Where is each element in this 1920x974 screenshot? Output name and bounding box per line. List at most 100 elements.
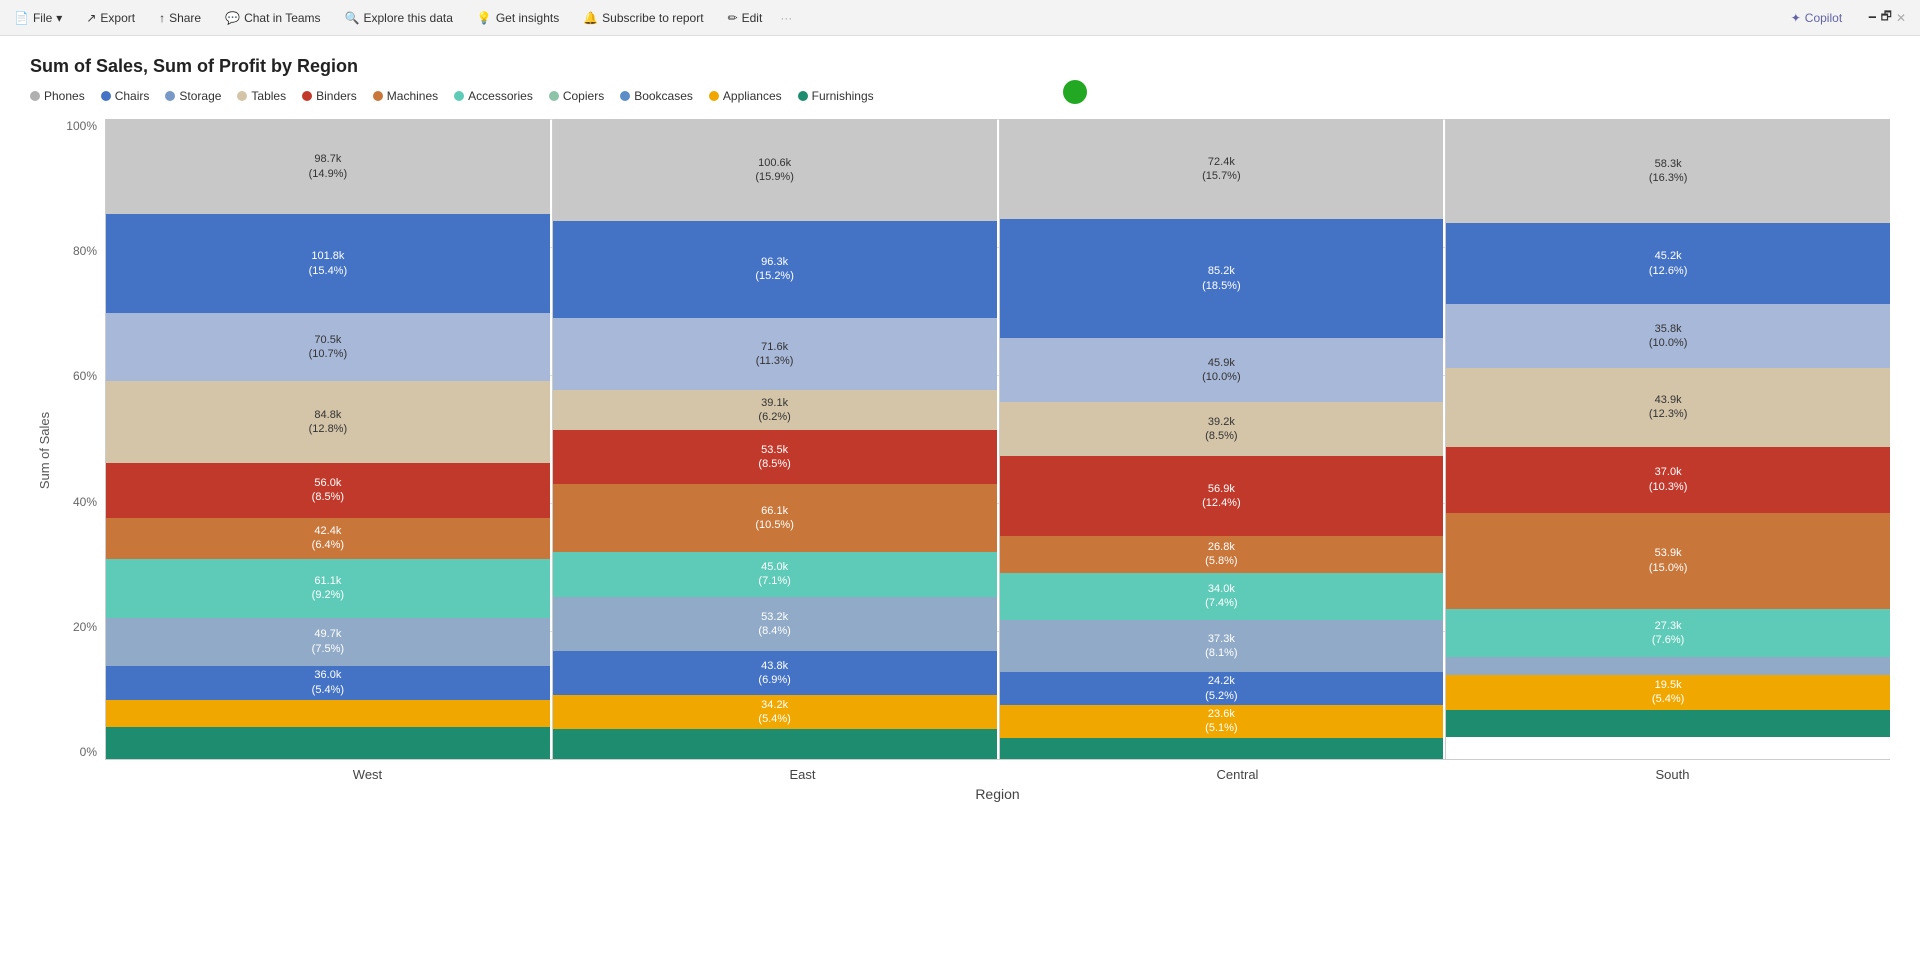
- legend-label: Storage: [179, 89, 221, 103]
- legend-item-tables[interactable]: Tables: [237, 89, 286, 103]
- bar-segment-label: 49.7k (7.5%): [312, 627, 344, 656]
- export-icon: ↗: [86, 11, 96, 25]
- minimize-icon: 🗕: [1868, 7, 1877, 28]
- bar-segment: 34.0k (7.4%): [1000, 573, 1444, 620]
- bar-group-central[interactable]: 72.4k (15.7%)85.2k (18.5%)45.9k (10.0%)3…: [999, 119, 1444, 759]
- bar-segment-label: 23.6k (5.1%): [1205, 707, 1237, 736]
- legend-item-storage[interactable]: Storage: [165, 89, 221, 103]
- insights-button[interactable]: 💡 Get insights: [471, 9, 565, 27]
- copilot-button[interactable]: ✦ Copilot: [1791, 11, 1842, 25]
- bar-segment-label: 42.4k (6.4%): [312, 524, 344, 553]
- bar-segment-label: 98.7k (14.9%): [309, 152, 348, 181]
- bar-segment: 53.2k (8.4%): [553, 597, 997, 651]
- legend-item-copiers[interactable]: Copiers: [549, 89, 604, 103]
- export-button[interactable]: ↗ Export: [80, 9, 141, 27]
- bar-segment: 71.6k (11.3%): [553, 318, 997, 390]
- legend-item-accessories[interactable]: Accessories: [454, 89, 533, 103]
- file-menu[interactable]: 📄 File ▾: [8, 9, 68, 27]
- legend-label: Phones: [44, 89, 85, 103]
- bar-segment-label: 43.8k (6.9%): [758, 659, 790, 688]
- bar-group-south[interactable]: 58.3k (16.3%)45.2k (12.6%)35.8k (10.0%)4…: [1445, 119, 1890, 759]
- bar-segment-label: 45.9k (10.0%): [1202, 356, 1241, 385]
- bar-segment: 53.5k (8.5%): [553, 430, 997, 484]
- share-button[interactable]: ↑ Share: [153, 9, 207, 27]
- bar-segment: 19.5k (5.4%): [1446, 675, 1890, 710]
- legend-color: [30, 91, 40, 101]
- bar-segment: 61.1k (9.2%): [106, 559, 550, 618]
- legend-item-chairs[interactable]: Chairs: [101, 89, 150, 103]
- window-controls[interactable]: 🗕 🗗 ✕: [1862, 5, 1912, 30]
- bar-segment: 56.9k (12.4%): [1000, 456, 1444, 535]
- bar-segment: 49.7k (7.5%): [106, 618, 550, 666]
- y-axis-label: 20%: [73, 620, 97, 634]
- bar-segment: 96.3k (15.2%): [553, 221, 997, 318]
- y-axis-label: 40%: [73, 495, 97, 509]
- bar-segment: 39.1k (6.2%): [553, 390, 997, 430]
- edit-button[interactable]: ✏ Edit: [722, 9, 769, 27]
- chevron-icon: ▾: [56, 11, 62, 25]
- legend-color: [549, 91, 559, 101]
- bar-segment: [106, 727, 550, 759]
- legend-item-furnishings[interactable]: Furnishings: [798, 89, 874, 103]
- chat-icon: 💬: [225, 11, 240, 25]
- legend-item-phones[interactable]: Phones: [30, 89, 85, 103]
- legend-label: Copiers: [563, 89, 604, 103]
- bar-segment-label: 96.3k (15.2%): [755, 255, 794, 284]
- legend-color: [165, 91, 175, 101]
- y-axis-label: 100%: [66, 119, 97, 133]
- legend-item-appliances[interactable]: Appliances: [709, 89, 782, 103]
- bars-container: 98.7k (14.9%) 101.8k (15.4%) 70.5k (10.7%)…: [105, 119, 1890, 759]
- legend-item-bookcases[interactable]: Bookcases: [620, 89, 693, 103]
- bar-segment-label: 70.5k (10.7%): [309, 333, 348, 362]
- bar-segment: 45.2k (12.6%): [1446, 223, 1890, 304]
- bar-segment-label: 72.4k (15.7%): [1202, 155, 1241, 184]
- bar-segment: 101.8k (15.4%): [106, 214, 550, 313]
- bar-segment: 23.6k (5.1%): [1000, 705, 1444, 738]
- y-axis: 100%80%60%40%20%0%: [60, 119, 105, 759]
- legend-color: [620, 91, 630, 101]
- file-icon: 📄: [14, 11, 29, 25]
- legend-item-machines[interactable]: Machines: [373, 89, 438, 103]
- legend-label: Machines: [387, 89, 438, 103]
- chat-button[interactable]: 💬 Chat in Teams: [219, 9, 326, 27]
- legend-color: [101, 91, 111, 101]
- bar-segment-label: 45.0k (7.1%): [758, 560, 790, 589]
- edit-icon: ✏: [728, 11, 738, 25]
- legend: Phones Chairs Storage Tables Binders Machines…: [30, 89, 1890, 103]
- cursor: [1063, 80, 1087, 104]
- bar-segment: [1446, 710, 1890, 738]
- bar-segment: 53.9k (15.0%): [1446, 513, 1890, 609]
- bar-segment-label: 53.9k (15.0%): [1649, 546, 1688, 575]
- bar-segment: 45.9k (10.0%): [1000, 338, 1444, 402]
- y-axis-label: 60%: [73, 369, 97, 383]
- bar-segment: 84.8k (12.8%): [106, 381, 550, 463]
- close-icon: ✕: [1896, 11, 1906, 25]
- legend-color: [454, 91, 464, 101]
- bar-segment: 100.6k (15.9%): [553, 119, 997, 221]
- bar-segment-label: 36.0k (5.4%): [312, 668, 344, 697]
- bar-segment-label: 39.1k (6.2%): [758, 396, 790, 425]
- subscribe-button[interactable]: 🔔 Subscribe to report: [577, 9, 709, 27]
- x-axis: WestEastCentralSouth: [150, 759, 1890, 782]
- bar-segment: 26.8k (5.8%): [1000, 536, 1444, 573]
- bar-segment: 70.5k (10.7%): [106, 313, 550, 381]
- explore-button[interactable]: 🔍 Explore this data: [339, 9, 459, 27]
- bar-segment: [106, 700, 550, 727]
- bar-segment-label: 19.5k (5.4%): [1652, 678, 1684, 707]
- legend-label: Binders: [316, 89, 357, 103]
- bar-segment-label: 34.0k (7.4%): [1205, 582, 1237, 611]
- separator: ···: [780, 11, 792, 25]
- bar-group-west[interactable]: 98.7k (14.9%) 101.8k (15.4%) 70.5k (10.7%)…: [105, 119, 550, 759]
- insights-icon: 💡: [477, 11, 492, 25]
- legend-label: Accessories: [468, 89, 533, 103]
- bar-segment-label: 45.2k (12.6%): [1649, 249, 1688, 278]
- explore-icon: 🔍: [345, 11, 360, 25]
- bar-group-east[interactable]: 100.6k (15.9%) 96.3k (15.2%) 71.6k (11.3%)…: [552, 119, 997, 759]
- bar-segment: 56.0k (8.5%): [106, 463, 550, 517]
- bar-segment-label: 56.9k (12.4%): [1202, 482, 1241, 511]
- bar-segment: [1446, 657, 1890, 675]
- legend-item-binders[interactable]: Binders: [302, 89, 357, 103]
- bar-segment: [1000, 738, 1444, 759]
- bar-segment: 24.2k (5.2%): [1000, 672, 1444, 705]
- bar-segment: 72.4k (15.7%): [1000, 119, 1444, 219]
